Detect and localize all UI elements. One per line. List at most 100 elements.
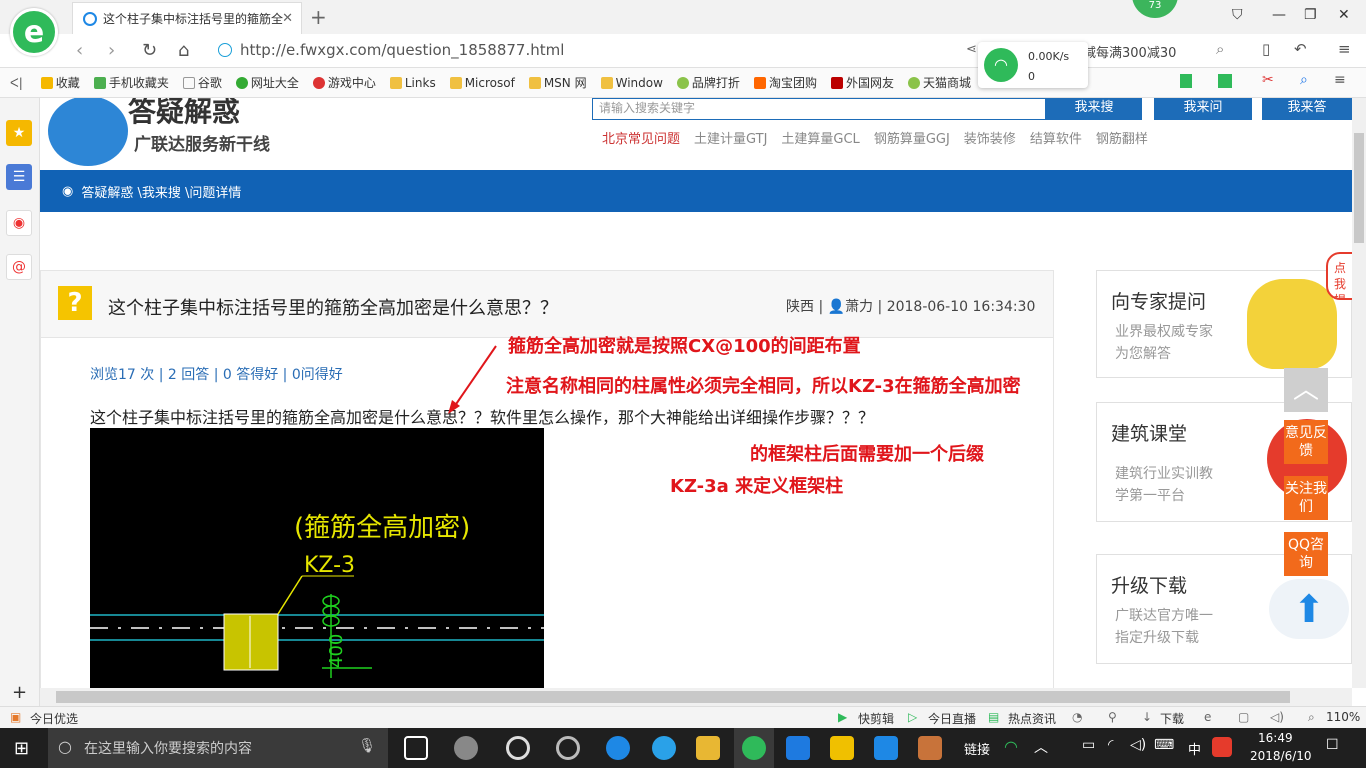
- bookmark-item[interactable]: Window: [600, 76, 663, 90]
- clock-time[interactable]: 16:49: [1258, 731, 1293, 745]
- bookmark-item[interactable]: 品牌打折: [676, 74, 740, 91]
- search-button[interactable]: 我来搜: [1046, 98, 1142, 120]
- tab-active[interactable]: 这个柱子集中标注括号里的箍筋全 ✕: [72, 2, 302, 34]
- ie-icon[interactable]: [652, 736, 676, 760]
- breadcrumb-text[interactable]: 答疑解惑 \我来搜 \问题详情: [81, 182, 241, 201]
- status-item[interactable]: 快剪辑: [858, 710, 894, 727]
- quicklink[interactable]: 钢筋翻样: [1096, 132, 1148, 147]
- status-item[interactable]: 热点资讯: [1008, 710, 1056, 727]
- shield-icon[interactable]: [1180, 74, 1192, 88]
- speed-icon[interactable]: ◔: [1072, 710, 1082, 724]
- restore-icon[interactable]: ❐: [1304, 7, 1317, 23]
- plus-app-icon[interactable]: [874, 736, 898, 760]
- favorites-icon[interactable]: ★: [6, 120, 32, 146]
- network-speed-widget[interactable]: ◠ 0.00K/s 0: [978, 42, 1088, 88]
- bookmark-item[interactable]: 手机收藏夹: [93, 74, 169, 91]
- tray-up-icon[interactable]: ︿: [1034, 737, 1048, 757]
- quicklink[interactable]: 北京常见问题: [602, 132, 680, 147]
- bookmark-item[interactable]: Microsof: [449, 76, 515, 90]
- quicklink[interactable]: 钢筋算量GGJ: [874, 132, 950, 147]
- notes-icon[interactable]: [830, 736, 854, 760]
- quicklink[interactable]: 装饰装修: [964, 132, 1016, 147]
- file-explorer-icon[interactable]: [696, 736, 720, 760]
- quicklink[interactable]: 结算软件: [1030, 132, 1082, 147]
- status-item[interactable]: 今日直播: [928, 710, 976, 727]
- quicklink[interactable]: 土建算量GCL: [781, 132, 859, 147]
- add-icon[interactable]: +: [12, 682, 27, 703]
- site-search-input[interactable]: 请输入搜索关键字: [592, 98, 1046, 120]
- bookmark-item[interactable]: 天猫商城: [907, 74, 971, 91]
- status-item[interactable]: 下载: [1160, 710, 1184, 727]
- status-left[interactable]: 今日优选: [30, 710, 78, 727]
- pin-icon[interactable]: ⚲: [1108, 710, 1117, 724]
- bookmark-item[interactable]: MSN 网: [528, 74, 587, 91]
- tray-wifi-icon[interactable]: ◠: [1004, 737, 1018, 756]
- tray-volume-icon[interactable]: ◁): [1130, 737, 1146, 753]
- edge-icon[interactable]: [606, 736, 630, 760]
- feedback-button[interactable]: 意见反馈: [1284, 420, 1328, 464]
- url-input[interactable]: http://e.fwxgx.com/question_1858877.html: [218, 38, 958, 62]
- task-view-icon[interactable]: [404, 736, 428, 760]
- weibo-icon[interactable]: ◉: [6, 210, 32, 236]
- follow-button[interactable]: 关注我们: [1284, 476, 1328, 520]
- question-user[interactable]: 萧力: [845, 299, 873, 315]
- mic-icon[interactable]: 🎙: [358, 738, 376, 754]
- 360-browser-icon[interactable]: [742, 736, 766, 760]
- list-icon[interactable]: ☰: [6, 164, 32, 190]
- search-icon[interactable]: ⌕: [1216, 40, 1224, 58]
- notification-icon[interactable]: ☐: [1326, 737, 1339, 753]
- horizontal-scrollbar[interactable]: [40, 688, 1352, 706]
- new-tab-button[interactable]: +: [310, 5, 327, 29]
- shirt-icon[interactable]: ⛉: [1232, 7, 1243, 23]
- refresh-icon[interactable]: ↻: [142, 40, 157, 61]
- zoom-level[interactable]: 110%: [1326, 710, 1360, 724]
- forward-icon[interactable]: ›: [108, 40, 115, 61]
- windows-start-icon[interactable]: ⊞: [14, 738, 29, 759]
- mail-icon[interactable]: @: [6, 254, 32, 280]
- minimize-icon[interactable]: —: [1272, 7, 1286, 23]
- bookmark-item[interactable]: Links: [389, 76, 436, 90]
- bookmark-item[interactable]: 淘宝团购: [753, 74, 817, 91]
- find-icon[interactable]: ⌕: [1300, 72, 1308, 88]
- bookmark-item[interactable]: 谷歌: [182, 74, 222, 91]
- ask-button[interactable]: 我来问: [1154, 98, 1252, 120]
- clock-date[interactable]: 2018/6/10: [1250, 749, 1312, 763]
- taskbar-search-input[interactable]: ○ 在这里输入你要搜索的内容 🎙: [48, 728, 388, 768]
- vertical-scrollbar[interactable]: [1352, 98, 1366, 688]
- click-ask-bubble[interactable]: 点我提问: [1326, 252, 1352, 300]
- more-icon[interactable]: ≡: [1334, 72, 1346, 88]
- ie-icon[interactable]: e: [1204, 710, 1211, 724]
- browser-logo-icon[interactable]: e: [10, 8, 58, 56]
- bookmark-item[interactable]: 网址大全: [235, 74, 299, 91]
- tab-close-icon[interactable]: ✕: [282, 11, 293, 26]
- spiral-icon[interactable]: [556, 736, 580, 760]
- menu-icon[interactable]: ≡: [1338, 40, 1351, 58]
- volume-icon[interactable]: ◁): [1270, 710, 1284, 724]
- glodon-icon[interactable]: [786, 736, 810, 760]
- qq-button[interactable]: QQ咨询: [1284, 532, 1328, 576]
- sidebar-toggle-icon[interactable]: ᐸ|: [10, 76, 23, 90]
- card-ask-expert[interactable]: 向专家提问 业界最权威专家 为您解答: [1096, 270, 1352, 378]
- bookmark-item[interactable]: 外国网友: [830, 74, 894, 91]
- ime-indicator[interactable]: 中: [1188, 739, 1201, 758]
- bookmark-item[interactable]: 收藏: [40, 74, 80, 91]
- back-to-top-icon[interactable]: ︿: [1284, 368, 1328, 412]
- phone-icon[interactable]: ▯: [1262, 40, 1270, 58]
- tray-network-icon[interactable]: ◜: [1108, 737, 1113, 753]
- pinwheel-icon[interactable]: [454, 736, 478, 760]
- tray-keyboard-icon[interactable]: ⌨: [1154, 737, 1174, 753]
- browser-e-icon[interactable]: [506, 736, 530, 760]
- bookmark-item[interactable]: 游戏中心: [312, 74, 376, 91]
- window-icon[interactable]: ▢: [1238, 710, 1249, 724]
- home-icon[interactable]: ⌂: [178, 40, 189, 61]
- tray-battery-icon[interactable]: ▭: [1082, 737, 1095, 753]
- close-window-icon[interactable]: ✕: [1338, 7, 1350, 23]
- sogou-icon[interactable]: [1212, 737, 1232, 757]
- pdf-icon[interactable]: [918, 736, 942, 760]
- back-icon[interactable]: ‹: [76, 40, 83, 61]
- links-label[interactable]: 链接: [964, 739, 990, 758]
- scroll-thumb[interactable]: [56, 691, 1290, 703]
- translate-icon[interactable]: [1218, 74, 1232, 88]
- share-icon[interactable]: ⋖: [966, 42, 977, 57]
- scissors-icon[interactable]: ✂: [1262, 72, 1274, 88]
